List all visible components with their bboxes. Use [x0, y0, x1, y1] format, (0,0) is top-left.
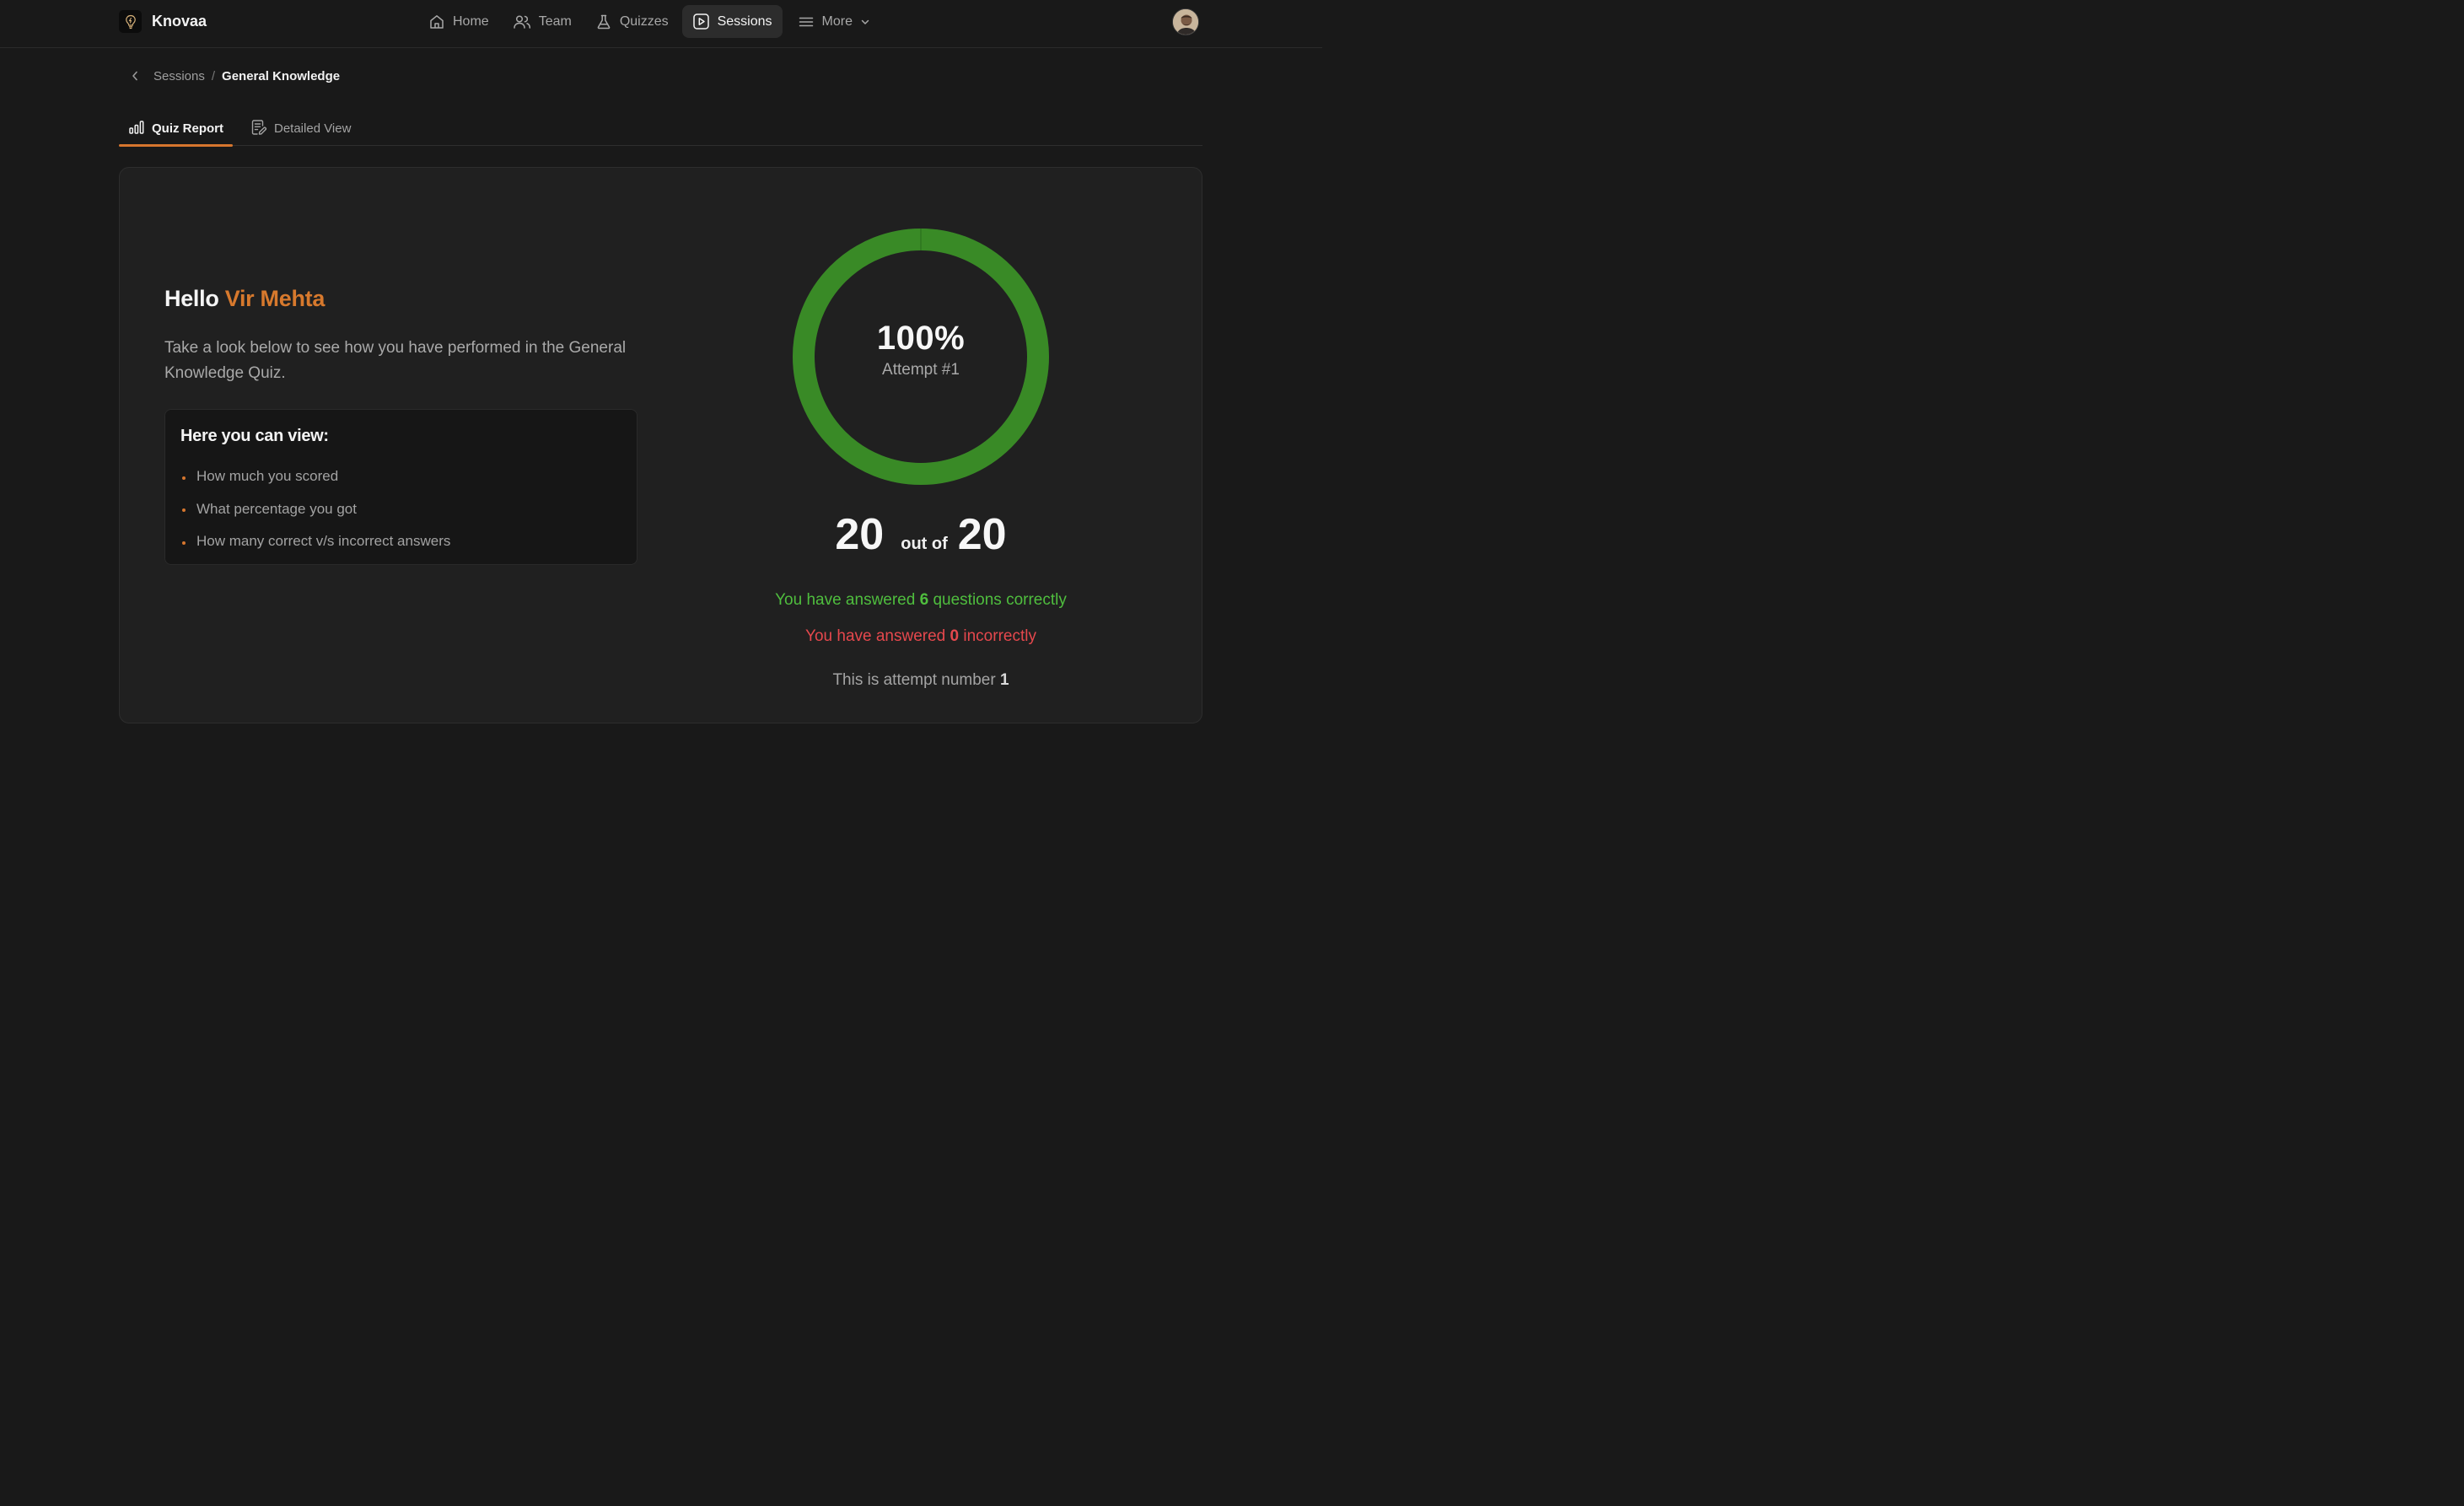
main-nav: Home Team Quizzes Sessions More [418, 5, 880, 38]
breadcrumb-current: General Knowledge [222, 68, 341, 83]
brand-name: Knovaa [152, 13, 207, 30]
back-chevron-icon[interactable] [126, 67, 143, 85]
list-item: What percentage you got [180, 493, 450, 526]
attempt-label: Attempt #1 [882, 361, 960, 379]
tab-label: Quiz Report [152, 121, 223, 136]
bar-chart-icon [128, 120, 145, 138]
info-box: Here you can view: How much you scored W… [164, 409, 638, 565]
nav-item-team[interactable]: Team [503, 5, 582, 38]
intro-text: Take a look below to see how you have pe… [164, 339, 627, 382]
brand[interactable]: Knovaa [119, 10, 207, 33]
play-square-icon [692, 13, 710, 30]
list-item: How much you scored [180, 460, 450, 493]
lightbulb-logo-icon [119, 10, 142, 33]
breadcrumb-separator: / [211, 68, 216, 83]
bullet-dot [182, 541, 186, 545]
document-edit-icon [250, 119, 267, 139]
score-total: 20 [957, 510, 1007, 559]
report-tabs: Quiz Report Detailed View [119, 111, 1202, 147]
menu-icon [798, 13, 815, 30]
tab-detailed-view[interactable]: Detailed View [241, 111, 360, 146]
nav-item-home[interactable]: Home [418, 5, 499, 38]
nav-item-label: Quizzes [619, 13, 669, 29]
user-name: Vir Mehta [224, 286, 325, 311]
nav-item-label: Sessions [717, 13, 772, 29]
list-item: How many correct v/s incorrect answers [180, 525, 450, 558]
score-summary: 20 out of 20 [792, 509, 1050, 560]
nav-item-more[interactable]: More [788, 5, 880, 38]
donut-center: 100% Attempt #1 [792, 320, 1050, 379]
nav-item-quizzes[interactable]: Quizzes [585, 5, 679, 38]
percentage-value: 100% [876, 320, 966, 357]
quiz-report-card: Hello Vir Mehta Take a look below to see… [119, 167, 1202, 723]
correct-answers-text: You have answered 6 questions correctly [775, 591, 1067, 609]
top-navigation-bar: Knovaa Home Team Quizzes Sessions More [0, 0, 1322, 48]
nav-item-label: Home [453, 13, 489, 29]
nav-item-label: More [821, 13, 853, 29]
greeting-text: Hello [164, 286, 219, 311]
out-of-label: out of [901, 535, 948, 553]
attempt-number-text: This is attempt number 1 [832, 671, 1009, 689]
correct-count: 6 [919, 591, 929, 609]
attempt-number: 1 [999, 671, 1009, 689]
nav-item-sessions[interactable]: Sessions [681, 5, 783, 38]
breadcrumb: Sessions / General Knowledge [126, 67, 340, 85]
info-list: How much you scored What percentage you … [180, 460, 450, 558]
breadcrumb-sessions-link[interactable]: Sessions [153, 69, 205, 83]
greeting-heading: Hello Vir Mehta [164, 286, 325, 312]
bullet-dot [182, 476, 186, 480]
nav-item-label: Team [538, 13, 572, 29]
tab-label: Detailed View [274, 121, 352, 136]
bullet-dot [182, 508, 186, 513]
home-icon [428, 13, 445, 30]
users-icon [513, 13, 531, 30]
info-title: Here you can view: [180, 427, 329, 445]
incorrect-answers-text: You have answered 0 incorrectly [805, 627, 1036, 645]
flask-icon [595, 13, 612, 30]
user-avatar[interactable] [1172, 8, 1199, 35]
score-value: 20 [835, 510, 885, 559]
chevron-down-icon [860, 17, 870, 27]
incorrect-count: 0 [950, 627, 960, 645]
tab-quiz-report[interactable]: Quiz Report [119, 111, 233, 147]
